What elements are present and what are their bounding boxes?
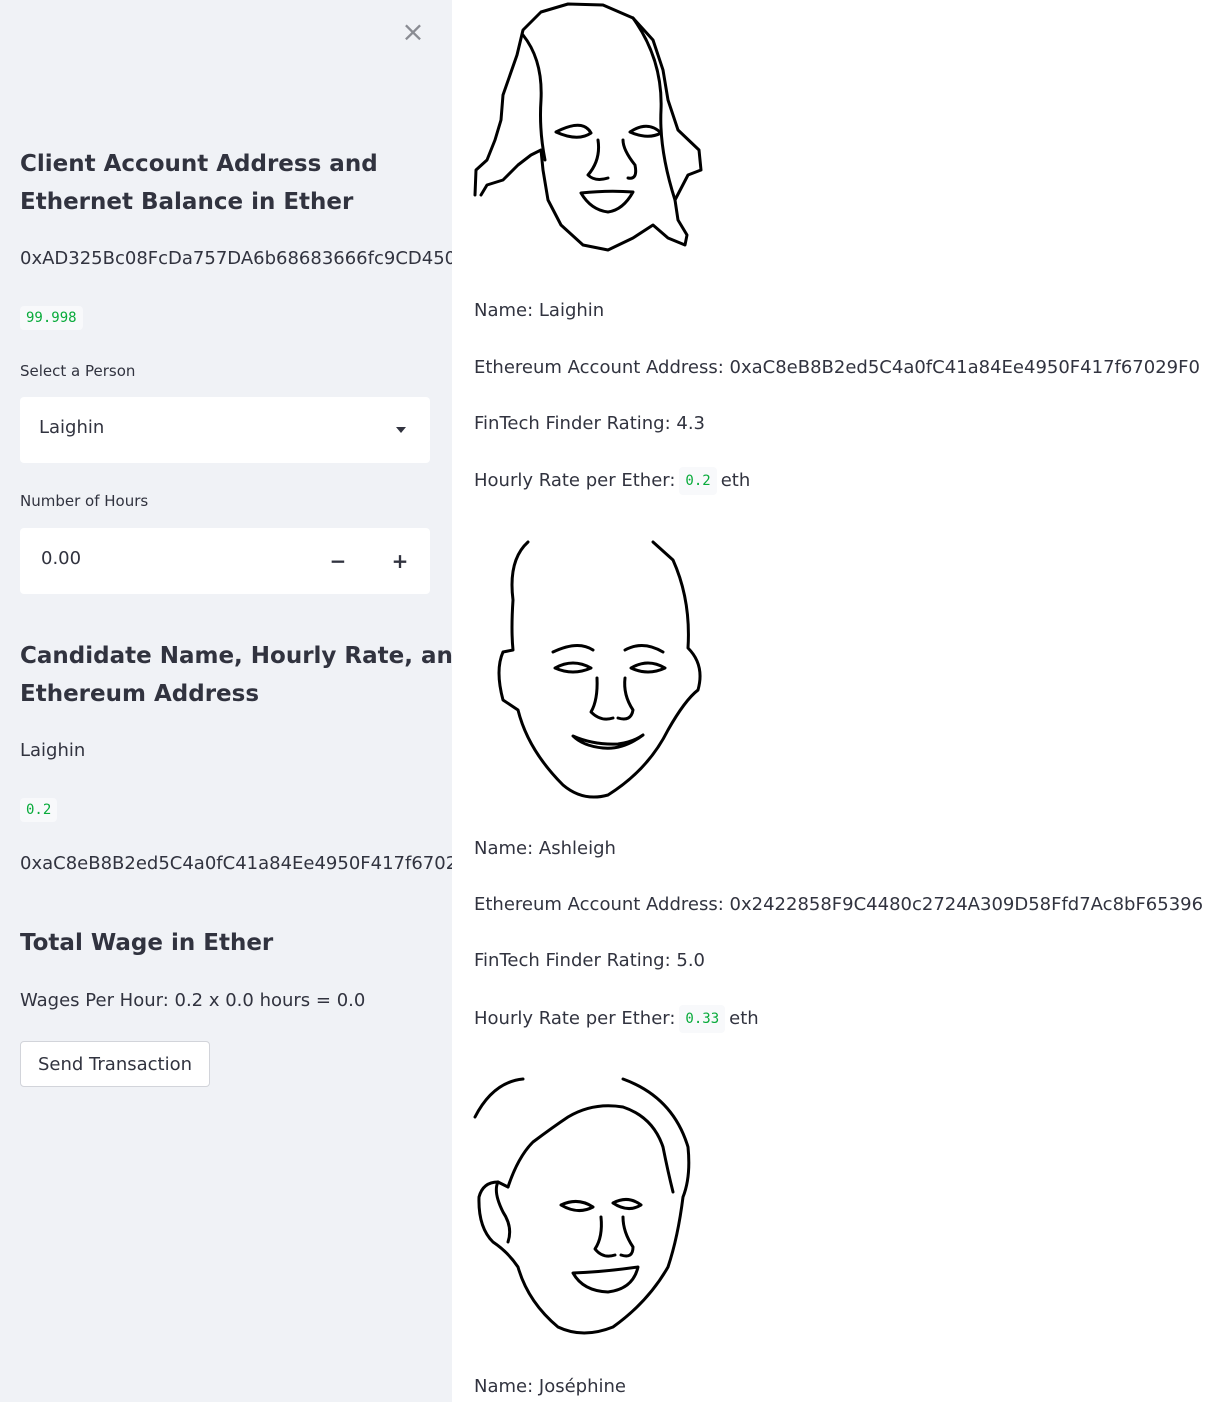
main-content: Name: Laighin Ethereum Account Address: … — [452, 0, 1209, 1402]
send-transaction-button[interactable]: Send Transaction — [20, 1041, 211, 1087]
rate-suffix: eth — [729, 1008, 759, 1029]
candidate-3-name: Name: Joséphine — [474, 1376, 626, 1397]
rate-value: 0.33 — [679, 1005, 726, 1033]
client-account-address: 0xAD325Bc08FcDa757DA6b68683666fc9CD4504c — [20, 248, 452, 269]
candidate-portrait-laighin — [473, 2, 703, 252]
hours-label: Number of Hours — [20, 492, 149, 510]
rate-prefix: Hourly Rate per Ether: — [474, 470, 676, 491]
candidate-heading-line2: Ethereum Address — [20, 681, 260, 707]
wage-heading: Total Wage in Ether — [20, 930, 274, 956]
rate-suffix: eth — [720, 470, 751, 491]
candidate-rate: 0.2 — [20, 798, 58, 822]
increment-button[interactable]: + — [370, 528, 430, 594]
hours-input[interactable] — [41, 548, 301, 569]
wage-calculation: Wages Per Hour: 0.2 x 0.0 hours = 0.0 — [20, 990, 366, 1011]
candidate-address: 0xaC8eB8B2ed5C4a0fC41a84Ee4950F417f67029… — [20, 853, 452, 874]
decrement-button[interactable]: − — [308, 528, 368, 594]
candidate-1-name: Name: Laighin — [474, 300, 605, 321]
select-person-label: Select a Person — [20, 362, 136, 380]
candidate-1-rating: FinTech Finder Rating: 4.3 — [474, 413, 706, 434]
chevron-down-icon — [396, 427, 406, 433]
candidate-name: Laighin — [20, 740, 86, 761]
candidate-1-rate-row: Hourly Rate per Ether: 0.2 eth — [474, 467, 750, 495]
candidate-2-address: Ethereum Account Address: 0x2422858F9C44… — [474, 894, 1204, 915]
rate-prefix: Hourly Rate per Ether: — [474, 1008, 676, 1029]
candidate-2-rating: FinTech Finder Rating: 5.0 — [474, 950, 706, 971]
candidate-1-address: Ethereum Account Address: 0xaC8eB8B2ed5C… — [474, 357, 1200, 378]
candidate-heading-line1: Candidate Name, Hourly Rate, and — [20, 643, 452, 669]
hours-number-input: − + — [20, 528, 430, 594]
candidate-2-name: Name: Ashleigh — [474, 838, 616, 859]
account-heading-line2: Ethernet Balance in Ether — [20, 189, 354, 215]
close-sidebar-icon[interactable]: × — [398, 17, 428, 47]
account-heading-line1: Client Account Address and — [20, 151, 378, 177]
candidate-2-rate-row: Hourly Rate per Ether: 0.33 eth — [474, 1005, 759, 1033]
balance-value: 99.998 — [20, 306, 83, 330]
rate-value: 0.2 — [679, 467, 717, 495]
candidate-portrait-josephine — [473, 1077, 691, 1335]
sidebar: × Client Account Address and Ethernet Ba… — [0, 0, 452, 1402]
candidate-portrait-ashleigh — [497, 540, 702, 799]
person-select[interactable]: Laighin — [20, 397, 430, 463]
person-select-value: Laighin — [39, 417, 105, 438]
